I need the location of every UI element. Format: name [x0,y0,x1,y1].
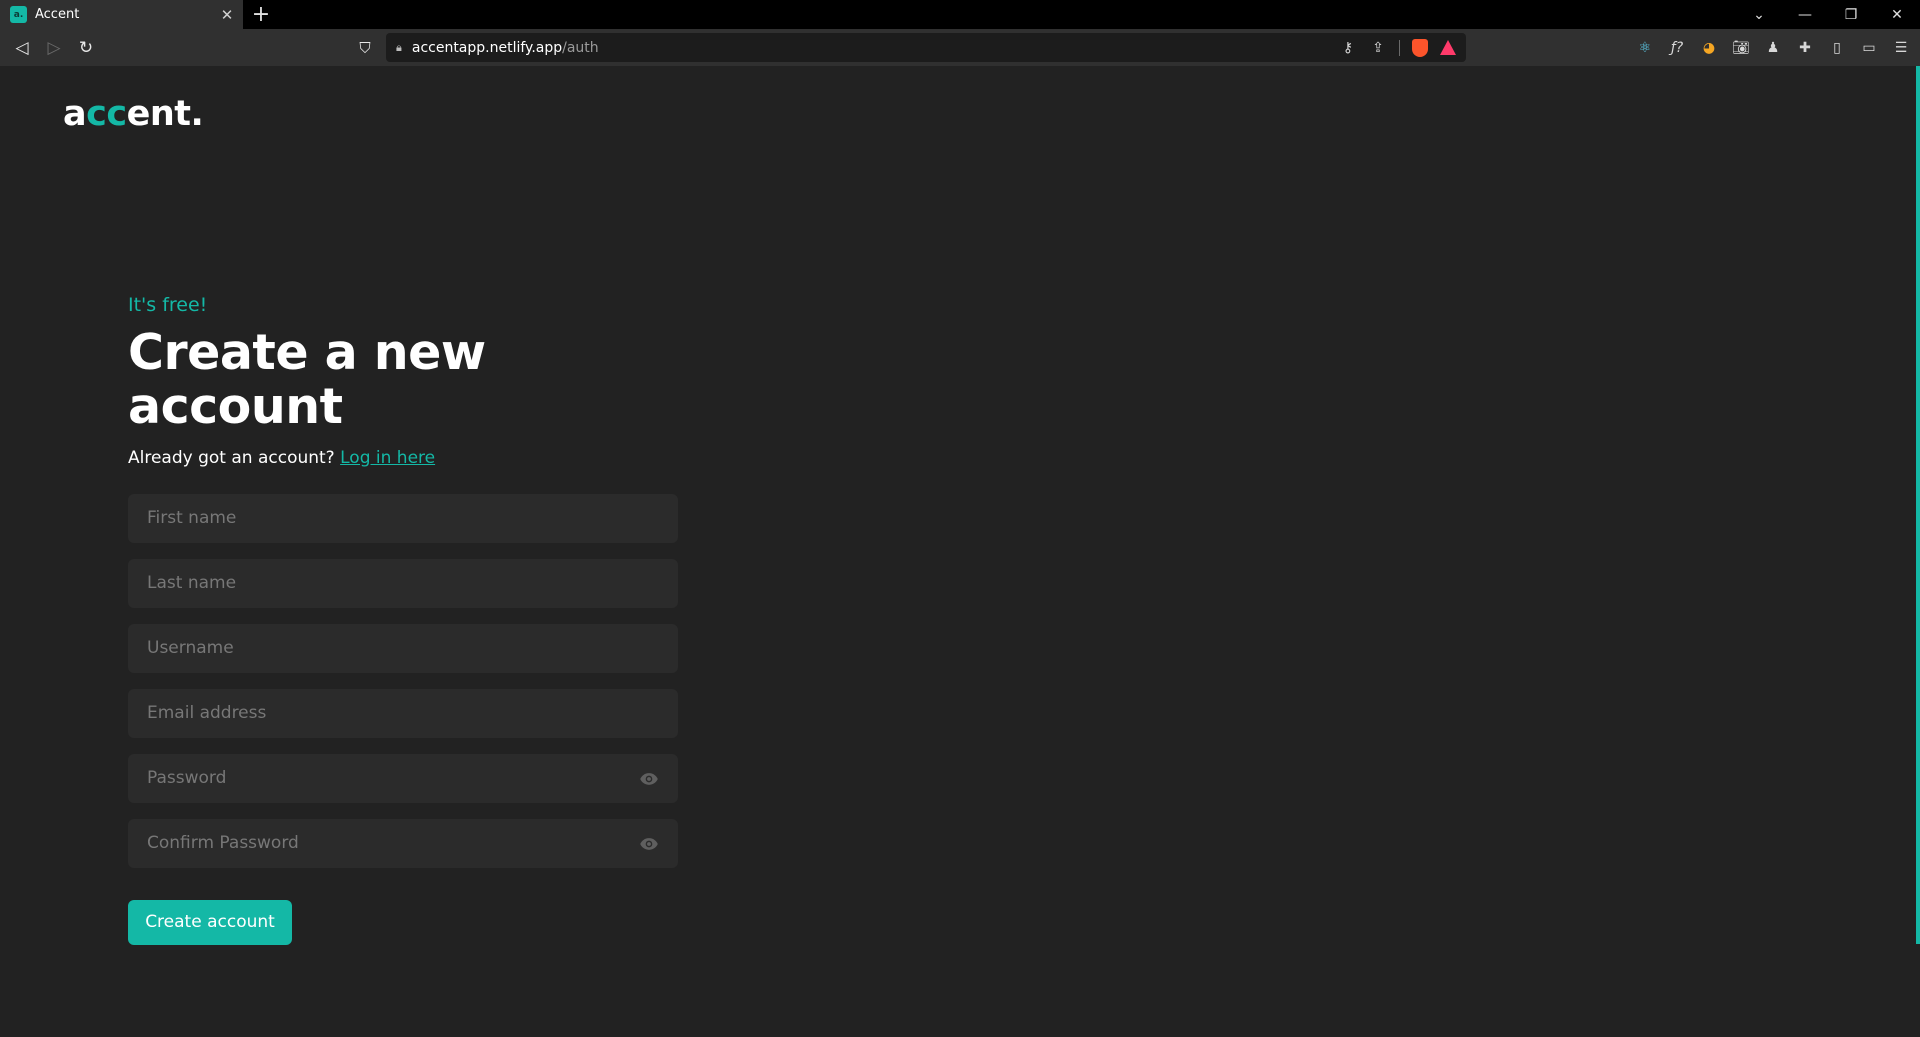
username-input[interactable] [128,623,678,673]
confirm-password-field-wrap [128,818,678,868]
email-field-wrap [128,688,678,738]
menu-icon[interactable]: ☰ [1890,37,1912,59]
forward-icon[interactable]: ▷ [38,33,70,63]
browser-toolbar: ◁ ▷ ↻ ⛉ 🔒︎ accentapp.netlify.app/auth ⚷ … [0,29,1920,66]
tab-title: Accent [35,7,80,22]
page-title: Create a new account [128,324,486,435]
username-field-wrap [128,623,678,673]
tab-bar: a. Accent ✕ + ⌄ — ❐ ✕ [0,0,1920,29]
show-confirm-password-eye-icon[interactable] [638,834,660,854]
show-password-eye-icon[interactable] [638,769,660,789]
confirm-password-input[interactable] [128,818,678,868]
address-separator [1399,39,1400,56]
sidebar-icon[interactable]: ▯ [1826,37,1848,59]
login-link[interactable]: Log in here [340,448,435,468]
tab-search-chevron-icon[interactable]: ⌄ [1736,0,1782,29]
wallet-icon[interactable]: ▭ [1858,37,1880,59]
color-picker-icon[interactable]: ◕ [1698,37,1720,59]
bookmark-icon[interactable]: ⛉ [354,33,376,63]
login-prompt: Already got an account? Log in here [128,448,678,468]
extensions-area: ⚛ ƒ? ◕ 📷︎ ♟ ✚ ▯ ▭ ☰ [1634,33,1912,62]
formula-extension-icon[interactable]: ƒ? [1666,37,1688,59]
minimize-icon[interactable]: — [1782,0,1828,29]
last-name-field-wrap [128,558,678,608]
eyebrow-text: It's free! [128,294,208,316]
extension-figure-icon[interactable]: ♟ [1762,37,1784,59]
signup-form: It's free! Create a new account Already … [128,294,678,945]
brave-shield-icon[interactable] [1412,38,1428,57]
accent-logo[interactable]: accent. [63,94,204,134]
login-prompt-text: Already got an account? [128,447,341,468]
reload-icon[interactable]: ↻ [70,33,102,63]
scrollbar[interactable] [1916,66,1920,944]
window-controls: ⌄ — ❐ ✕ [1736,0,1920,29]
lock-icon: 🔒︎ [396,40,402,54]
create-account-button[interactable]: Create account [128,899,292,945]
tab-close-icon[interactable]: ✕ [219,6,235,24]
new-tab-button[interactable]: + [243,0,279,29]
url-text: accentapp.netlify.app/auth [411,39,599,56]
key-icon[interactable]: ⚷ [1339,40,1357,56]
tab-favicon-icon: a. [10,6,27,23]
brave-rewards-icon[interactable] [1440,40,1456,55]
back-icon[interactable]: ◁ [6,33,38,63]
page-content: accent. It's free! Create a new account … [0,66,1920,1037]
tab-accent[interactable]: a. Accent ✕ [0,0,243,29]
first-name-field-wrap [128,493,678,543]
last-name-input[interactable] [128,558,678,608]
address-bar-actions: ⚷ ⇪ [1339,38,1456,57]
extensions-puzzle-icon[interactable]: ✚ [1794,37,1816,59]
camera-icon[interactable]: 📷︎ [1730,37,1752,59]
address-bar[interactable]: 🔒︎ accentapp.netlify.app/auth ⚷ ⇪ [386,33,1466,62]
first-name-input[interactable] [128,493,678,543]
email-input[interactable] [128,688,678,738]
password-field-wrap [128,753,678,803]
password-input[interactable] [128,753,678,803]
close-window-icon[interactable]: ✕ [1874,0,1920,29]
restore-icon[interactable]: ❐ [1828,0,1874,29]
react-devtools-icon[interactable]: ⚛ [1634,37,1656,59]
share-icon[interactable]: ⇪ [1369,40,1387,56]
